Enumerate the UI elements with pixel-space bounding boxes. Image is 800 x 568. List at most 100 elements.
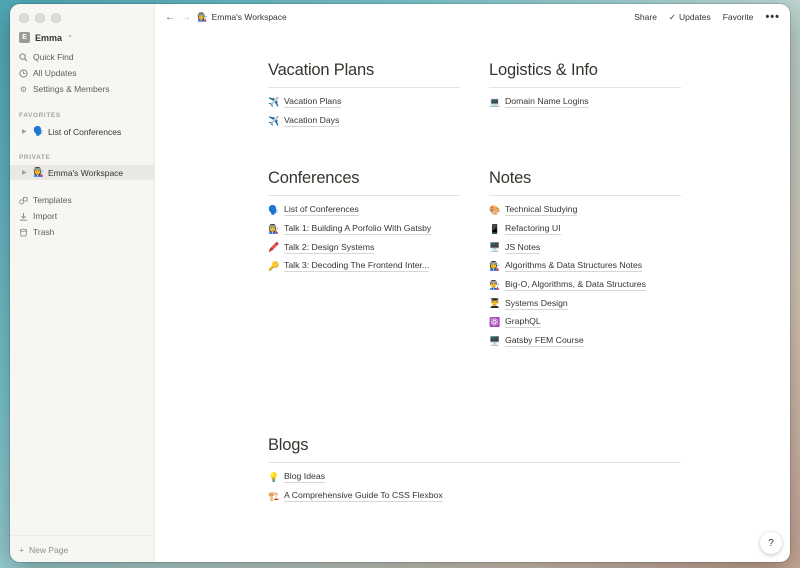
forward-arrow-icon[interactable]: → [181, 12, 191, 23]
page-link[interactable]: 🗣️ List of Conferences [268, 201, 460, 220]
expand-triangle-icon[interactable]: ▶ [22, 128, 29, 135]
shapes-icon [19, 196, 28, 205]
sidebar-item-label: Quick Find [33, 52, 74, 62]
page-link[interactable]: 👩‍🏭 Talk 1: Building A Porfolio With Gat… [268, 220, 460, 239]
page-link[interactable]: 👩‍🏭 Algorithms & Data Structures Notes [489, 257, 681, 276]
section-notes: Notes 🎨 Technical Studying 📱 Refactoring… [489, 169, 681, 351]
section-heading: Logistics & Info [489, 61, 681, 88]
window-controls [19, 13, 61, 23]
private-label: PRIVATE [19, 154, 51, 161]
key-icon: 🔑 [268, 260, 280, 271]
page-link-label: Talk 1: Building A Porfolio With Gatsby [284, 223, 432, 236]
sidebar-item-label: Trash [33, 227, 55, 237]
page-link-label: Domain Name Logins [505, 96, 589, 109]
section-blogs: Blogs 💡 Blog Ideas 🏗️ A Comprehensive Gu… [268, 436, 681, 505]
page-link[interactable]: 👨‍🎓 Systems Design [489, 294, 681, 313]
page-link-label: A Comprehensive Guide To CSS Flexbox [284, 490, 443, 503]
desktop-computer-icon: 🖥️ [489, 242, 501, 253]
factory-worker-icon: 👨‍🏭 [489, 279, 501, 290]
page-link-label: List of Conferences [284, 204, 359, 217]
section-heading: Notes [489, 169, 681, 196]
page-link[interactable]: 🖥️ Gatsby FEM Course [489, 332, 681, 351]
palette-icon: 🎨 [489, 204, 501, 215]
expand-triangle-icon[interactable]: ▶ [22, 169, 29, 176]
page-link[interactable]: 👨‍🏭 Big-O, Algorithms, & Data Structures [489, 276, 681, 295]
new-page-button[interactable]: + New Page [19, 545, 68, 555]
page-link[interactable]: 🎨 Technical Studying [489, 201, 681, 220]
back-arrow-icon[interactable]: ← [165, 12, 175, 23]
section-heading: Blogs [268, 436, 681, 463]
download-icon [19, 212, 28, 221]
page-link[interactable]: 💡 Blog Ideas [268, 468, 681, 487]
mobile-phone-icon: 📱 [489, 223, 501, 234]
crayon-icon: 🖍️ [268, 242, 280, 253]
section-conferences: Conferences 🗣️ List of Conferences 👩‍🏭 T… [268, 169, 460, 276]
gear-icon: ⚙ [19, 84, 28, 94]
page-link-label: Talk 2: Design Systems [284, 241, 375, 254]
airplane-icon: ✈️ [268, 115, 280, 126]
sidebar-item-trash[interactable]: Trash [19, 225, 54, 239]
page-link[interactable]: ✈️ Vacation Plans [268, 93, 460, 112]
trash-icon [19, 228, 28, 237]
page-link-label: Talk 3: Decoding The Frontend Inter... [284, 260, 430, 273]
page-link-label: Big-O, Algorithms, & Data Structures [505, 279, 646, 292]
sidebar-item-label: List of Conferences [48, 126, 122, 137]
page-link[interactable]: 🖍️ Talk 2: Design Systems [268, 238, 460, 257]
page-link[interactable]: 🖥️ JS Notes [489, 238, 681, 257]
page-link-label: Gatsby FEM Course [505, 335, 584, 348]
page-link[interactable]: 💻 Domain Name Logins [489, 93, 681, 112]
sidebar: E Emma ⌃ Quick Find All Updates ⚙ Settin… [10, 4, 155, 562]
sidebar-item-label: Settings & Members [33, 84, 110, 94]
factory-worker-icon: 👩‍🏭 [33, 167, 45, 177]
workspace-switcher[interactable]: E Emma ⌃ [19, 32, 73, 43]
airplane-icon: ✈️ [268, 96, 280, 107]
favorite-button[interactable]: Favorite [723, 12, 754, 22]
new-page-label: New Page [28, 545, 69, 555]
light-bulb-icon: 💡 [268, 471, 280, 482]
sidebar-item-label: Emma's Workspace [48, 167, 124, 178]
close-window-button[interactable] [19, 13, 29, 23]
page-link-label: Refactoring UI [505, 223, 561, 236]
page-link-label: Blog Ideas [284, 471, 326, 484]
page-link[interactable]: 🏗️ A Comprehensive Guide To CSS Flexbox [268, 487, 681, 506]
factory-worker-icon: 👩‍🏭 [489, 260, 501, 271]
speaking-head-icon: 🗣️ [33, 126, 45, 136]
clock-icon [19, 68, 28, 78]
section-heading: Vacation Plans [268, 61, 460, 88]
section-vacation-plans: Vacation Plans ✈️ Vacation Plans ✈️ Vaca… [268, 61, 460, 130]
construction-icon: 🏗️ [268, 490, 280, 501]
page-link-label: Vacation Plans [284, 96, 342, 109]
chevron-updown-icon: ⌃ [67, 34, 73, 42]
share-button[interactable]: Share [634, 12, 657, 22]
breadcrumb[interactable]: 👩‍🏭 Emma's Workspace [197, 12, 287, 23]
sidebar-divider [10, 535, 154, 536]
page-link[interactable]: 🔑 Talk 3: Decoding The Frontend Inter... [268, 257, 460, 276]
sidebar-item-import[interactable]: Import [19, 209, 57, 223]
page-link[interactable]: ⚛️ GraphQL [489, 313, 681, 332]
atom-icon: ⚛️ [489, 316, 501, 327]
sidebar-item-all-updates[interactable]: All Updates [19, 66, 76, 80]
page-link[interactable]: 📱 Refactoring UI [489, 220, 681, 239]
more-options-icon[interactable]: ••• [765, 11, 780, 23]
page-link[interactable]: ✈️ Vacation Days [268, 112, 460, 131]
plus-icon: + [19, 545, 24, 555]
speaking-head-icon: 🗣️ [268, 204, 280, 215]
zoom-window-button[interactable] [51, 13, 61, 23]
topbar: ← → 👩‍🏭 Emma's Workspace Share ✓ Updates… [155, 4, 790, 30]
help-button[interactable]: ? [760, 532, 782, 554]
sidebar-item-settings[interactable]: ⚙ Settings & Members [19, 82, 110, 96]
sidebar-item-label: Import [33, 211, 58, 221]
sidebar-item-list-of-conferences[interactable]: ▶ 🗣️ List of Conferences [10, 124, 154, 139]
sidebar-item-quick-find[interactable]: Quick Find [19, 50, 74, 64]
minimize-window-button[interactable] [35, 13, 45, 23]
sidebar-item-templates[interactable]: Templates [19, 193, 72, 207]
page-link-label: GraphQL [505, 316, 541, 329]
search-icon [19, 52, 28, 62]
laptop-icon: 💻 [489, 96, 501, 107]
desktop-computer-icon: 🖥️ [489, 335, 501, 346]
workspace-avatar: E [19, 32, 30, 43]
sidebar-item-emmas-workspace[interactable]: ▶ 👩‍🏭 Emma's Workspace [10, 165, 154, 180]
updates-button[interactable]: ✓ Updates [669, 12, 711, 23]
favorites-label: FAVORITES [19, 112, 61, 119]
app-window: E Emma ⌃ Quick Find All Updates ⚙ Settin… [10, 4, 790, 562]
